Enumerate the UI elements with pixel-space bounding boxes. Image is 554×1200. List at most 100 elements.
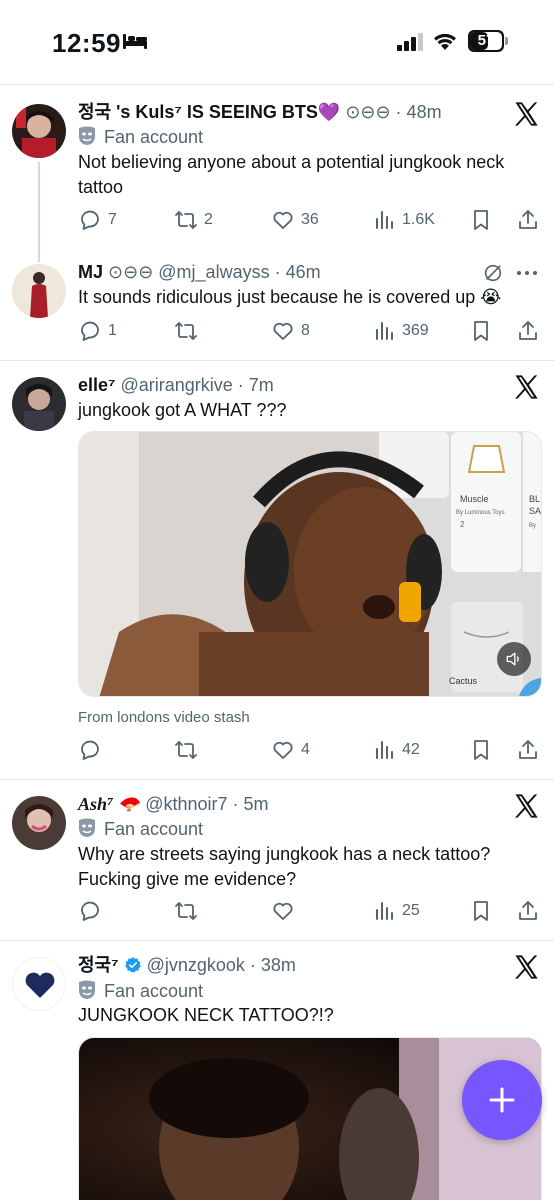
wifi-icon [434,33,456,50]
reply-icon [81,901,99,921]
tweet-actions: 7 2 36 1.6K [78,207,544,233]
cellular-signal-icon [397,33,423,51]
bookmark-icon [474,901,488,921]
status-time: 12:59 [52,28,121,58]
like-button[interactable]: 8 [271,318,310,344]
grok-icon[interactable] [482,262,504,284]
views-button[interactable]: 25 [372,898,420,924]
battery-icon: 57 [468,30,508,52]
tweet-header: elle⁷ @arirangrkive · 7m [78,373,274,397]
bird-icon [519,678,541,696]
heart-icon [273,902,293,920]
mask-icon [79,980,95,999]
handle-time: @arirangrkive · 7m [120,375,274,395]
tweet-header: 정국 's Kuls⁷ IS SEEING BTS💜 ⊙⊖⊖ · 48m [78,100,442,124]
retweet-button[interactable]: 2 [174,207,213,233]
views-icon [376,322,393,340]
video-media[interactable]: Muscle By Luminous Toys 2 BL SA By Cactu… [78,431,542,697]
speaker-muted-icon [506,652,519,666]
share-button[interactable] [516,898,540,924]
like-button[interactable]: 36 [271,207,319,233]
tweet-header: MJ ⊙⊖⊖ @mj_alwayss · 46m [78,260,321,284]
display-name[interactable]: Ash⁷ 🪭 [78,794,140,814]
views-button[interactable]: 1.6K [372,207,435,233]
reply-button[interactable]: 7 [78,207,117,233]
verified-badge-icon [124,957,141,973]
share-icon [519,740,537,759]
tweet[interactable]: Ash⁷ 🪭 @kthnoir7 · 5m Fan account Why ar… [0,780,554,940]
mask-icon [79,126,95,145]
heart-icon [273,322,293,340]
avatar[interactable] [12,377,66,431]
retweet-icon [175,741,197,759]
mask-icon [79,818,95,837]
fan-account-label: Fan account [78,125,203,149]
avatar[interactable] [12,104,66,158]
media-text: Muscle [460,494,489,504]
display-name[interactable]: elle⁷ [78,375,115,395]
heart-icon [273,211,293,229]
bookmark-button[interactable] [469,207,493,233]
mute-button[interactable] [497,642,531,676]
tweet-text: jungkook got A WHAT ??? [78,400,287,420]
retweet-button[interactable] [174,737,204,763]
avatar[interactable] [12,957,66,1011]
retweet-button[interactable] [174,318,204,344]
avatar[interactable] [12,796,66,850]
tweet-text: Why are streets saying jungkook has a ne… [78,844,491,889]
handle-time: @jvnzgkook · 38m [146,955,296,975]
media-text: SA [529,506,541,516]
media-text: Cactus [449,676,478,686]
reply-icon [81,210,99,230]
tweet-text: Not believing anyone about a potential j… [78,152,505,197]
battery-percent: 57 [477,32,495,49]
reply-button[interactable] [78,737,108,763]
share-button[interactable] [516,318,540,344]
handle-time: ⊙⊖⊖ · 48m [345,102,442,122]
display-name[interactable]: 정국 's Kuls⁷ IS SEEING BTS💜 [78,102,340,122]
video-source[interactable]: From londons video stash [78,708,250,728]
display-name[interactable]: MJ [78,262,103,282]
heart-icon [273,741,293,759]
more-icon[interactable] [516,266,538,280]
tweet[interactable]: 정국⁷ @jvnzgkook · 38m Fan account JUNGKOO… [0,941,554,1200]
share-button[interactable] [516,207,540,233]
fan-account-label: Fan account [78,979,203,1003]
reply-icon [81,321,99,341]
sleep-focus-icon [123,34,147,49]
bookmark-icon [474,740,488,760]
views-icon [376,211,393,229]
views-button[interactable]: 42 [372,737,420,763]
media-text: By [529,523,536,529]
like-button[interactable] [271,898,301,924]
handle-time: ⊙⊖⊖ @mj_alwayss · 46m [108,262,321,282]
bookmark-button[interactable] [469,737,493,763]
bookmark-button[interactable] [469,318,493,344]
retweet-button[interactable] [174,898,204,924]
retweet-icon [175,322,197,340]
tweet-header: Ash⁷ 🪭 @kthnoir7 · 5m [78,792,269,816]
bookmark-button[interactable] [469,898,493,924]
media-text: By Luminous Toys [456,510,505,516]
tweet[interactable]: 정국 's Kuls⁷ IS SEEING BTS💜 ⊙⊖⊖ · 48m Fan… [0,86,554,262]
bookmark-icon [474,321,488,341]
x-logo-icon [515,955,538,979]
tweet-text: It sounds ridiculous just because he is … [78,287,502,307]
tweet[interactable]: MJ ⊙⊖⊖ @mj_alwayss · 46m It sounds ridic… [0,256,554,360]
compose-button[interactable] [462,1060,542,1140]
retweet-icon [175,902,197,920]
share-icon [519,901,537,920]
views-button[interactable]: 369 [372,318,429,344]
avatar[interactable] [12,264,66,318]
like-button[interactable]: 4 [271,737,310,763]
media-text: 2 [460,520,465,529]
tweet-header: 정국⁷ @jvnzgkook · 38m [78,953,296,977]
reply-button[interactable]: 1 [78,318,117,344]
share-button[interactable] [516,737,540,763]
reply-icon [81,740,99,760]
bookmark-icon [474,210,488,230]
display-name[interactable]: 정국⁷ [78,955,119,975]
video-frame: Muscle By Luminous Toys 2 BL SA By Cactu… [79,432,541,696]
tweet[interactable]: elle⁷ @arirangrkive · 7m jungkook got A … [0,361,554,779]
reply-button[interactable] [78,898,108,924]
